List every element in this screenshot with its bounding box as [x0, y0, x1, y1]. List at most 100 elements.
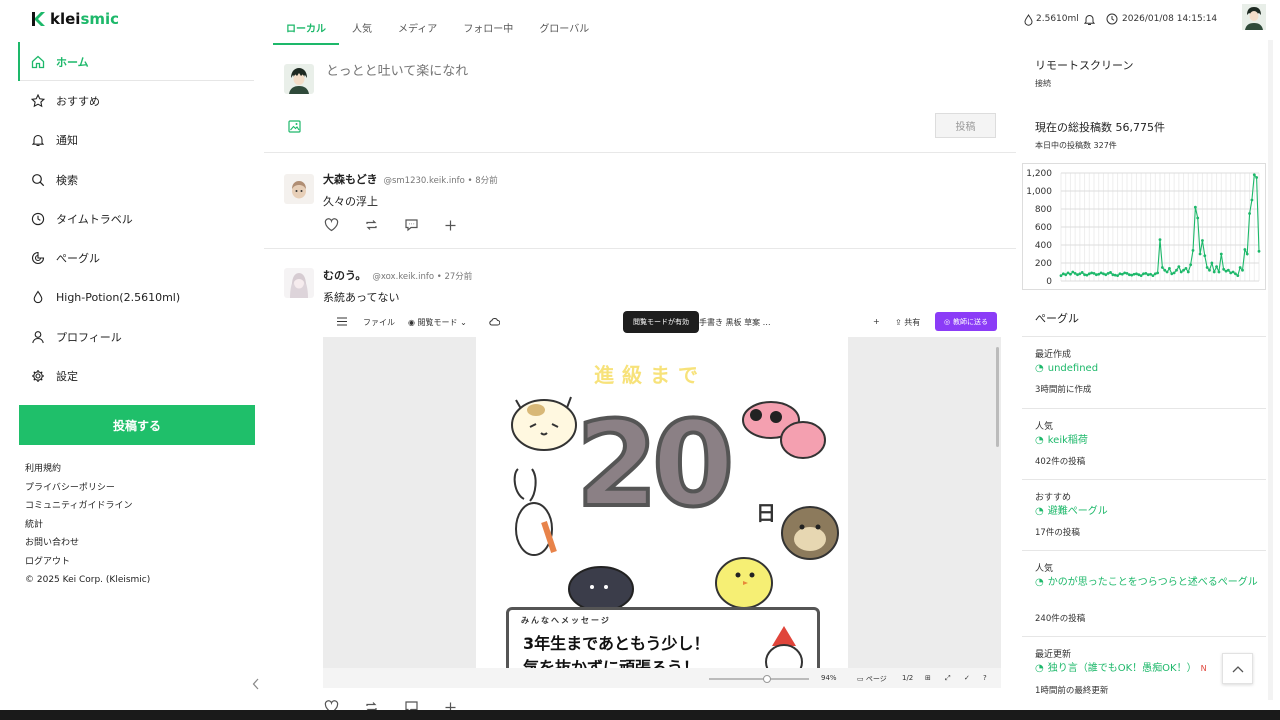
chart-data-point [1158, 238, 1162, 241]
chart-data-point [1073, 271, 1077, 275]
post-author-name[interactable]: むのう。 [323, 267, 366, 283]
chevron-up-icon [1232, 665, 1244, 673]
plus-icon[interactable]: + [873, 317, 880, 326]
embed-send-button[interactable]: ◎ 教師に送る [935, 312, 997, 331]
tab-following[interactable]: フォロー中 [450, 14, 526, 45]
clock-icon[interactable] [1106, 13, 1118, 25]
chart-data-point [1241, 268, 1244, 272]
pagle-sub: 402件の投稿 [1035, 457, 1086, 467]
poster-message-label: みんなへメッセージ [521, 616, 611, 625]
chart-data-point [1193, 205, 1197, 209]
image-upload-icon[interactable] [288, 120, 301, 133]
zoom-slider-knob[interactable] [763, 675, 771, 683]
reply-button[interactable] [404, 698, 444, 710]
check-icon[interactable]: ✓ [964, 674, 970, 682]
embed-scrollbar[interactable] [996, 347, 999, 447]
footer-logout-link[interactable]: ログアウト [25, 553, 150, 572]
posts-chart: 1,200 1,000 800 600 400 200 0 [1022, 163, 1266, 290]
embed-mode-menu[interactable]: ◉ 閲覧モード ⌄ [408, 317, 467, 328]
chart-data-point [1168, 267, 1171, 270]
tab-popular[interactable]: 人気 [339, 14, 385, 45]
pagle-item[interactable]: 人気 ◔ かのが思ったことをつらつらと述べるぺーグル 240件の投稿 [1022, 550, 1266, 636]
chart-data-point [1085, 273, 1089, 277]
react-button[interactable] [444, 216, 484, 234]
drop-icon [1024, 14, 1033, 26]
pagle-icon: ◔ [1035, 577, 1044, 588]
post-embedded-media[interactable]: ファイル ◉ 閲覧モード ⌄ 閲覧モードが有効 手書き 黒板 草案 … + ⇪ … [323, 307, 1001, 688]
nav-high-potion[interactable]: High-Potion(2.5610ml) [18, 278, 254, 317]
pagle-name[interactable]: ◔ undefined [1035, 362, 1260, 376]
post-author-name[interactable]: 大森もどき [323, 171, 377, 187]
nav-pagle[interactable]: ぺーグル [18, 238, 254, 277]
chart-y-tick-label: 200 [1035, 259, 1052, 269]
footer-privacy-link[interactable]: プライバシーポリシー [25, 479, 150, 498]
embed-share-button[interactable]: ⇪ 共有 [895, 317, 920, 328]
compose-input[interactable] [326, 64, 926, 79]
chart-data-point [1080, 271, 1084, 274]
grid-icon[interactable]: ⊞ [925, 674, 931, 682]
tab-global[interactable]: グローバル [526, 14, 602, 45]
user-avatar[interactable] [1242, 4, 1266, 30]
pagle-name[interactable]: ◔ keik稲荷 [1035, 434, 1260, 448]
footer-stats-link[interactable]: 統計 [25, 516, 150, 535]
react-button[interactable] [444, 698, 484, 710]
chart-data-point [1090, 271, 1094, 275]
app-logo[interactable]: kleismic [30, 10, 119, 28]
chart-data-point [1149, 272, 1152, 276]
chart-data-point [1226, 268, 1230, 272]
chart-data-point [1151, 274, 1155, 277]
pagle-name[interactable]: ◔ かのが思ったことをつらつらと述べるぺーグル [1035, 576, 1260, 590]
nav-search[interactable]: 検索 [18, 160, 254, 199]
pagle-name[interactable]: ◔ 避難ぺーグル [1035, 505, 1260, 519]
post-handle[interactable]: @sm1230.keik.info • 8分前 [383, 174, 497, 186]
post-button[interactable]: 投稿する [19, 405, 255, 445]
cloud-icon[interactable] [489, 317, 500, 326]
footer-contact-link[interactable]: お問い合わせ [25, 534, 150, 553]
chart-data-point [1191, 249, 1195, 252]
collapse-sidebar-button[interactable] [248, 675, 264, 693]
embed-bottom-bar: 94% ▭ ページ 1/2 ⊞ ⤢ ✓ ? [323, 668, 1001, 688]
menu-icon[interactable] [337, 317, 347, 326]
reply-button[interactable] [404, 216, 444, 234]
remote-screen-status[interactable]: 接続 [1035, 78, 1051, 89]
pagle-item[interactable]: おすすめ ◔ 避難ぺーグル 17件の投稿 [1022, 479, 1266, 550]
like-button[interactable] [324, 216, 364, 234]
tab-local[interactable]: ローカル [273, 14, 339, 45]
page-scrollbar[interactable] [1268, 40, 1273, 700]
post-avatar[interactable] [284, 268, 314, 298]
zoom-slider[interactable] [709, 675, 809, 683]
window-bottom-edge [0, 710, 1280, 720]
bell-icon[interactable] [1084, 13, 1095, 26]
nav-settings[interactable]: 設定 [18, 356, 254, 395]
post-handle[interactable]: @xox.keik.info • 27分前 [372, 270, 472, 282]
page-view-button[interactable]: ▭ ページ [857, 674, 887, 684]
like-button[interactable] [324, 698, 364, 710]
post-avatar[interactable] [284, 174, 314, 204]
pagle-item[interactable]: 最近作成 ◔ undefined 3時間前に作成 [1022, 336, 1266, 408]
post-actions [324, 216, 484, 234]
nav-timetravel[interactable]: タイムトラベル [18, 199, 254, 238]
chart-data-point [1104, 273, 1108, 277]
pagle-kind: おすすめ [1035, 493, 1072, 503]
repost-button[interactable] [364, 698, 404, 710]
nav-profile[interactable]: プロフィール [18, 317, 254, 356]
nav-home[interactable]: ホーム [18, 42, 254, 82]
embed-file-menu[interactable]: ファイル [363, 317, 395, 328]
nav-recommended[interactable]: おすすめ [18, 81, 254, 120]
embed-tools[interactable]: 手書き 黒板 草案 … [699, 317, 771, 328]
divider [264, 248, 1016, 249]
compose-avatar[interactable] [284, 64, 314, 94]
fullscreen-icon[interactable]: ⤢ [945, 674, 951, 683]
compose-submit-button[interactable]: 投稿 [935, 113, 996, 138]
current-datetime: 2026/01/08 14:15:14 [1122, 14, 1218, 24]
scroll-to-top-button[interactable] [1222, 653, 1253, 684]
nav-label: おすすめ [56, 94, 100, 108]
nav-notifications[interactable]: 通知 [18, 121, 254, 160]
repost-button[interactable] [364, 216, 404, 234]
footer-guidelines-link[interactable]: コミュニティガイドライン [25, 497, 150, 516]
tab-media[interactable]: メディア [385, 14, 450, 45]
footer-terms-link[interactable]: 利用規約 [25, 460, 150, 479]
help-icon[interactable]: ? [983, 674, 987, 682]
poster-title: 進級まで [594, 363, 706, 387]
pagle-item[interactable]: 人気 ◔ keik稲荷 402件の投稿 [1022, 408, 1266, 479]
